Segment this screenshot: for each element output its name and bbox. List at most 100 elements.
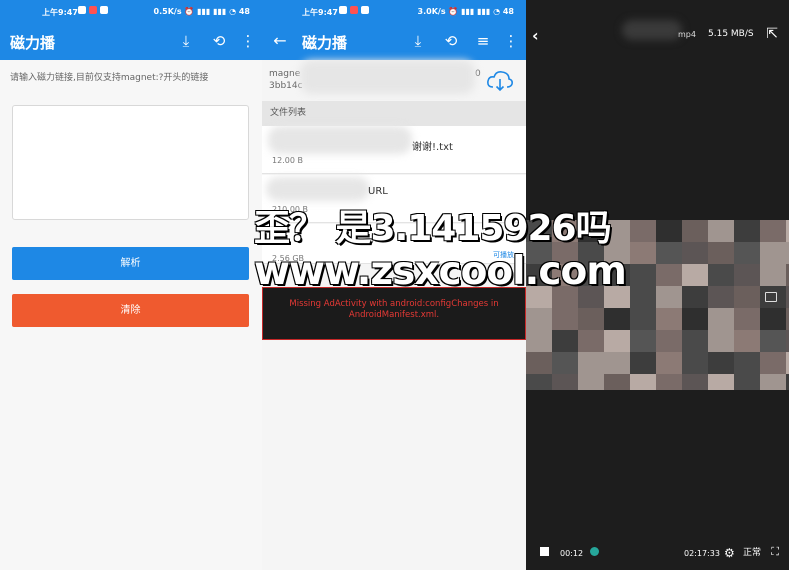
mosaic-cell <box>656 374 682 390</box>
cloud-download-icon[interactable] <box>486 68 514 92</box>
stop-icon[interactable] <box>540 547 549 556</box>
mosaic-cell <box>708 374 734 390</box>
mosaic-cell <box>734 352 760 374</box>
mosaic-cell <box>656 264 682 286</box>
mosaic-cell <box>682 264 708 286</box>
mosaic-cell <box>526 374 552 390</box>
mosaic-cell <box>734 308 760 330</box>
redacted-area <box>268 126 412 154</box>
mosaic-cell <box>734 374 760 390</box>
fullscreen-icon[interactable]: ⛶ <box>771 545 779 559</box>
sort-icon[interactable]: ≡ <box>473 31 493 51</box>
file-size: 12.00 B <box>272 156 303 165</box>
app-notification-icon <box>89 6 97 14</box>
mosaic-cell <box>552 330 578 352</box>
clear-button[interactable]: 清除 <box>12 294 249 327</box>
gear-icon[interactable]: ⚙ <box>724 546 735 560</box>
mosaic-cell <box>630 308 656 330</box>
mosaic-cell <box>734 220 760 242</box>
magnet-line-1-end: 0 <box>475 69 481 79</box>
mosaic-cell <box>630 352 656 374</box>
notification-icon <box>339 6 347 14</box>
app-bar: ← 磁力播 ⤓ ⟲ ≡ ⋮ <box>262 22 526 60</box>
magnet-input-screen: 上午9:47 0.5K/s ⏰ ▮▮▮ ▮▮▮ ◔ 48 磁力播 ⤓ ⟲ ⋮ 请… <box>0 0 262 570</box>
mosaic-cell <box>578 352 604 374</box>
mosaic-cell <box>682 330 708 352</box>
mosaic-cell <box>630 330 656 352</box>
watermark-line-2: www.zsxcool.com <box>254 249 627 294</box>
mosaic-cell <box>604 308 630 330</box>
parse-button[interactable]: 解析 <box>12 247 249 280</box>
app-title: 磁力播 <box>10 34 56 52</box>
mosaic-cell <box>760 330 786 352</box>
mosaic-cell <box>656 220 682 242</box>
mosaic-cell <box>630 374 656 390</box>
mosaic-cell <box>682 308 708 330</box>
mosaic-cell <box>760 220 786 242</box>
back-icon[interactable]: ‹ <box>532 26 539 45</box>
file-extension: mp4 <box>678 30 696 39</box>
back-icon[interactable]: ← <box>270 31 290 51</box>
redacted-area <box>266 177 370 201</box>
redacted-area <box>300 60 475 94</box>
status-time: 上午9:47 <box>42 8 78 17</box>
mosaic-cell <box>578 330 604 352</box>
status-icons <box>339 6 369 14</box>
mosaic-cell <box>552 308 578 330</box>
magnet-hint: 请输入磁力链接,目前仅支持magnet:?开头的链接 <box>10 73 209 83</box>
file-name: 谢谢!.txt <box>412 142 453 153</box>
app-title: 磁力播 <box>302 34 348 52</box>
mosaic-cell <box>708 264 734 286</box>
mosaic-cell <box>630 264 656 286</box>
status-icons <box>78 6 108 14</box>
watermark: 歪？ 是3.1415926吗 www.zsxcool.com <box>254 208 627 294</box>
notification-icon <box>361 6 369 14</box>
mosaic-cell <box>682 242 708 264</box>
notification-icon <box>78 6 86 14</box>
mosaic-cell <box>656 330 682 352</box>
mosaic-cell <box>760 264 786 286</box>
mosaic-cell <box>656 352 682 374</box>
mosaic-cell <box>578 374 604 390</box>
notification-icon <box>100 6 108 14</box>
more-icon[interactable]: ⋮ <box>501 31 521 51</box>
mosaic-cell <box>552 352 578 374</box>
mosaic-cell <box>708 242 734 264</box>
more-icon[interactable]: ⋮ <box>238 31 258 51</box>
status-right: 3.0K/s ⏰ ▮▮▮ ▮▮▮ ◔ 48 <box>417 7 514 16</box>
mosaic-cell <box>734 330 760 352</box>
pip-icon[interactable] <box>765 292 777 302</box>
status-bar: 上午9:47 3.0K/s ⏰ ▮▮▮ ▮▮▮ ◔ 48 <box>262 0 526 22</box>
magnet-input[interactable] <box>12 105 249 220</box>
mosaic-cell <box>630 242 656 264</box>
mosaic-cell <box>526 308 552 330</box>
file-name: URL <box>368 186 388 197</box>
mosaic-cell <box>682 374 708 390</box>
mosaic-cell <box>604 330 630 352</box>
error-message: Missing AdActivity with android:configCh… <box>262 287 526 340</box>
open-external-icon[interactable]: ⇱ <box>766 26 778 42</box>
mosaic-cell <box>656 242 682 264</box>
current-time: 00:12 <box>560 549 584 558</box>
total-time: 02:17:33 <box>684 549 720 558</box>
seek-handle[interactable] <box>590 547 599 556</box>
mosaic-cell <box>708 286 734 308</box>
watermark-line-1: 歪？ 是3.1415926吗 <box>254 208 612 249</box>
mosaic-cell <box>526 330 552 352</box>
mosaic-cell <box>630 286 656 308</box>
mosaic-cell <box>708 330 734 352</box>
mosaic-cell <box>682 352 708 374</box>
mosaic-cell <box>760 352 786 374</box>
mosaic-cell <box>760 242 786 264</box>
mosaic-cell <box>734 286 760 308</box>
download-icon[interactable]: ⤓ <box>176 31 196 51</box>
mosaic-cell <box>604 374 630 390</box>
mosaic-cell <box>682 286 708 308</box>
history-icon[interactable]: ⟲ <box>441 31 461 51</box>
download-icon[interactable]: ⤓ <box>408 31 428 51</box>
history-icon[interactable]: ⟲ <box>209 31 229 51</box>
file-row[interactable]: 谢谢!.txt 12.00 B <box>262 126 526 174</box>
playback-mode[interactable]: 正常 <box>743 545 761 558</box>
status-right: 0.5K/s ⏰ ▮▮▮ ▮▮▮ ◔ 48 <box>153 7 250 16</box>
mosaic-cell <box>630 220 656 242</box>
